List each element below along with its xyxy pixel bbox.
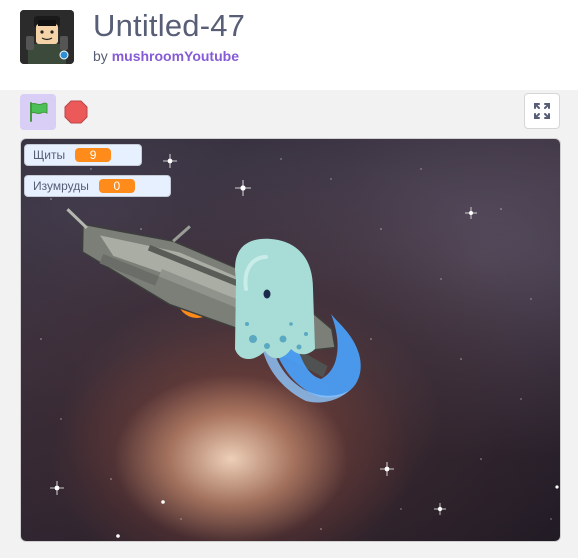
author-avatar[interactable] (20, 10, 74, 64)
monitor-value: 0 (98, 179, 135, 193)
bright-star (161, 500, 165, 504)
bright-star (380, 462, 394, 476)
bright-star (163, 154, 177, 168)
stop-button[interactable] (60, 96, 92, 128)
bright-star (434, 503, 446, 515)
monitor-label: Щиты (33, 148, 66, 162)
project-header: Untitled-47 by mushroomYoutube (0, 0, 578, 90)
bright-star (555, 485, 559, 489)
bright-star (465, 207, 477, 219)
bright-star (116, 534, 120, 538)
monitor-value: 9 (75, 148, 112, 162)
variable-monitor-shields[interactable]: Щиты 9 (24, 144, 142, 166)
fullscreen-icon (534, 103, 550, 119)
ghost-sprite (235, 238, 361, 403)
stop-sign-icon (64, 100, 88, 124)
project-title: Untitled-47 (93, 8, 246, 43)
bright-star (50, 481, 64, 495)
fullscreen-button[interactable] (524, 93, 560, 129)
stage-controls (0, 90, 578, 136)
monitor-label: Изумруды (33, 179, 89, 193)
bright-star (235, 180, 251, 196)
green-flag-button[interactable] (20, 94, 56, 130)
by-label: by (93, 48, 108, 64)
project-byline: by mushroomYoutube (93, 48, 239, 64)
author-link[interactable]: mushroomYoutube (112, 48, 239, 64)
variable-monitor-emeralds[interactable]: Изумруды 0 (24, 175, 171, 197)
galaxy-backdrop (40, 154, 559, 538)
green-flag-icon (30, 102, 48, 122)
stage-canvas[interactable]: Щиты 9 Изумруды 0 (20, 138, 561, 542)
